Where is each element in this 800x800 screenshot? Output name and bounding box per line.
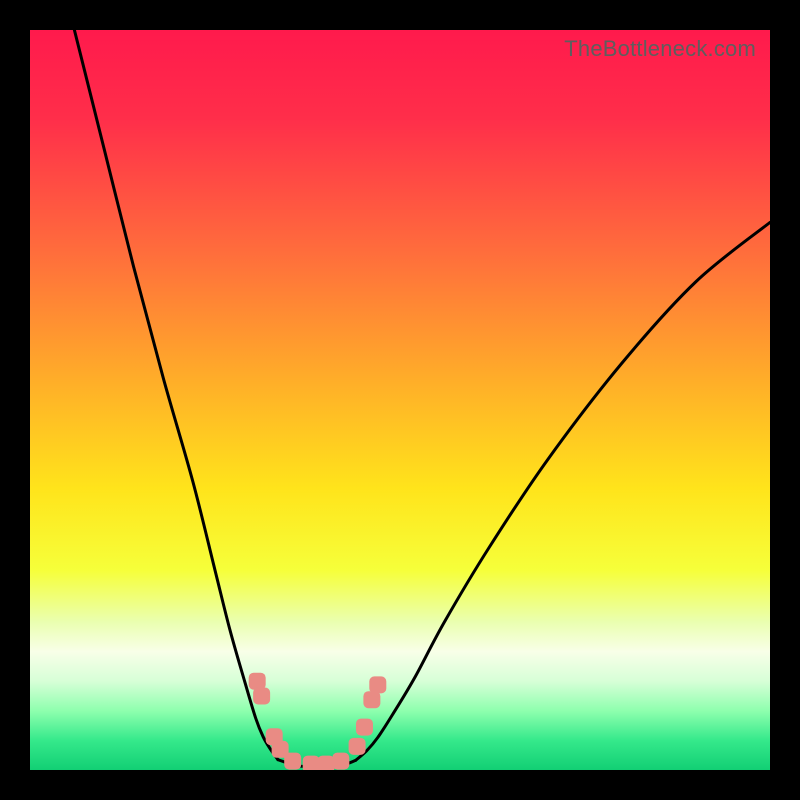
curve-layer: [30, 30, 770, 770]
chart-frame: TheBottleneck.com: [0, 0, 800, 800]
watermark-text: TheBottleneck.com: [564, 36, 756, 62]
data-marker: [303, 756, 320, 770]
data-marker: [249, 673, 266, 690]
data-marker: [369, 676, 386, 693]
data-marker: [349, 738, 366, 755]
data-marker: [318, 756, 335, 770]
data-marker: [363, 691, 380, 708]
curve-right-branch: [356, 222, 770, 760]
data-marker: [356, 719, 373, 736]
data-marker: [253, 688, 270, 705]
plot-area: TheBottleneck.com: [30, 30, 770, 770]
data-marker: [284, 753, 301, 770]
curve-left-branch: [74, 30, 278, 760]
data-marker: [332, 753, 349, 770]
